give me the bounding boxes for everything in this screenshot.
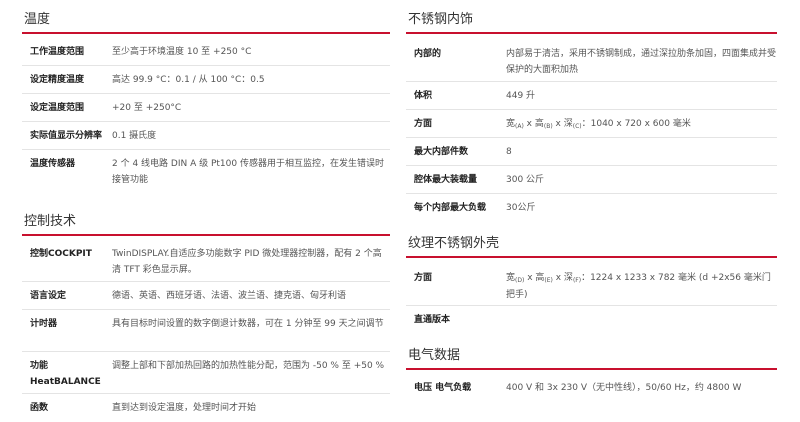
row-value: 直到达到设定温度，处理时间才开始 (112, 403, 257, 413)
row-value: 调整上部和下部加热回路的加热性能分配，范围为 -50 % 至 +50 % (112, 361, 385, 371)
section-title-electrical: 电气数据 (406, 336, 777, 370)
table-row: 语言设定 德语、英语、西班牙语、法语、波兰语、捷克语、匈牙利语 (22, 282, 390, 310)
row-value: 8 (506, 147, 512, 157)
table-row: 函数 直到达到设定温度，处理时间才开始 (22, 394, 390, 422)
table-row: 实际值显示分辨率 0.1 摄氏度 (22, 122, 390, 150)
table-row: 方面 宽(D) x 高(E) x 深(F)：1224 x 1233 x 782 … (406, 262, 777, 306)
table-row: 设定精度温度 高达 99.9 °C：0.1 / 从 100 °C：0.5 (22, 66, 390, 94)
row-label: 电压 电气负载 (414, 383, 472, 393)
control-table: 控制COCKPIT TwinDISPLAY.自适应多功能数字 PID 微处理器控… (22, 240, 390, 422)
table-row: 功能 HeatBALANCE 调整上部和下部加热回路的加热性能分配，范围为 -5… (22, 352, 390, 394)
table-row: 控制COCKPIT TwinDISPLAY.自适应多功能数字 PID 微处理器控… (22, 240, 390, 282)
section-title-temperature: 温度 (22, 0, 390, 34)
exterior-table: 方面 宽(D) x 高(E) x 深(F)：1224 x 1233 x 782 … (406, 262, 777, 334)
row-label: 功能 HeatBALANCE (30, 361, 101, 387)
table-row: 最大内部件数 8 (406, 138, 777, 166)
row-label: 计时器 (30, 319, 58, 329)
row-value: 宽(D) x 高(E) x 深(F)：1224 x 1233 x 782 毫米 … (506, 273, 771, 300)
right-column: 不锈钢内饰 内部的 内部易于清洁，采用不锈钢制成，通过深拉肋条加固，四面集成并受… (406, 0, 777, 402)
row-value: 300 公斤 (506, 175, 545, 185)
row-label: 实际值显示分辨率 (30, 131, 103, 141)
table-row: 体积 449 升 (406, 82, 777, 110)
table-row: 电压 电气负载 400 V 和 3x 230 V（无中性线），50/60 Hz，… (406, 374, 777, 402)
row-label: 直通版本 (414, 315, 451, 325)
row-value: +20 至 +250°C (112, 103, 182, 113)
temperature-table: 工作温度范围 至少高于环境温度 10 至 +250 °C 设定精度温度 高达 9… (22, 38, 390, 194)
row-label: 设定温度范围 (30, 103, 85, 113)
row-label: 体积 (414, 91, 433, 101)
row-label: 控制COCKPIT (30, 249, 92, 259)
section-title-control: 控制技术 (22, 202, 390, 236)
row-label: 语言设定 (30, 291, 67, 301)
spec-page: 温度 工作温度范围 至少高于环境温度 10 至 +250 °C 设定精度温度 高… (0, 0, 800, 417)
table-row: 腔体最大装载量 300 公斤 (406, 166, 777, 194)
row-label: 函数 (30, 403, 49, 413)
interior-table: 内部的 内部易于清洁，采用不锈钢制成，通过深拉肋条加固，四面集成并受保护的大面积… (406, 38, 777, 222)
row-value: 30公斤 (506, 203, 536, 213)
table-row: 每个内部最大负载 30公斤 (406, 194, 777, 222)
row-value: 449 升 (506, 91, 536, 101)
row-label: 设定精度温度 (30, 75, 85, 85)
row-value: 2 个 4 线电路 DIN A 级 Pt100 传感器用于相互监控，在发生错误时… (112, 159, 384, 185)
row-value: 高达 99.9 °C：0.1 / 从 100 °C：0.5 (112, 75, 265, 85)
row-value: 内部易于清洁，采用不锈钢制成，通过深拉肋条加固，四面集成并受保护的大面积加热 (506, 49, 777, 75)
table-row: 设定温度范围 +20 至 +250°C (22, 94, 390, 122)
table-row: 内部的 内部易于清洁，采用不锈钢制成，通过深拉肋条加固，四面集成并受保护的大面积… (406, 38, 777, 82)
table-row: 方面 宽(A) x 高(B) x 深(C)：1040 x 720 x 600 毫… (406, 110, 777, 138)
row-value: 400 V 和 3x 230 V（无中性线），50/60 Hz，约 4800 W (506, 383, 742, 393)
section-title-interior: 不锈钢内饰 (406, 0, 777, 34)
electrical-table: 电压 电气负载 400 V 和 3x 230 V（无中性线），50/60 Hz，… (406, 374, 777, 402)
row-label: 方面 (414, 273, 433, 283)
table-row: 计时器 具有目标时间设置的数字倒退计数器，可在 1 分钟至 99 天之间调节 (22, 310, 390, 352)
row-value: 具有目标时间设置的数字倒退计数器，可在 1 分钟至 99 天之间调节 (112, 319, 384, 329)
table-row: 直通版本 (406, 306, 777, 334)
row-label: 最大内部件数 (414, 147, 469, 157)
left-column: 温度 工作温度范围 至少高于环境温度 10 至 +250 °C 设定精度温度 高… (22, 0, 390, 422)
row-value (506, 312, 777, 334)
row-label: 内部的 (414, 49, 442, 59)
section-title-exterior: 纹理不锈钢外壳 (406, 224, 777, 258)
row-label: 方面 (414, 119, 433, 129)
row-label: 温度传感器 (30, 159, 76, 169)
row-value: TwinDISPLAY.自适应多功能数字 PID 微处理器控制器，配有 2 个高… (112, 249, 382, 275)
table-row: 温度传感器 2 个 4 线电路 DIN A 级 Pt100 传感器用于相互监控，… (22, 150, 390, 194)
row-label: 工作温度范围 (30, 47, 85, 57)
row-label: 每个内部最大负载 (414, 203, 487, 213)
row-value: 至少高于环境温度 10 至 +250 °C (112, 47, 252, 57)
row-value: 德语、英语、西班牙语、法语、波兰语、捷克语、匈牙利语 (112, 291, 347, 301)
table-row: 工作温度范围 至少高于环境温度 10 至 +250 °C (22, 38, 390, 66)
row-label: 腔体最大装载量 (414, 175, 478, 185)
row-value: 宽(A) x 高(B) x 深(C)：1040 x 720 x 600 毫米 (506, 119, 691, 130)
row-value: 0.1 摄氏度 (112, 131, 157, 141)
